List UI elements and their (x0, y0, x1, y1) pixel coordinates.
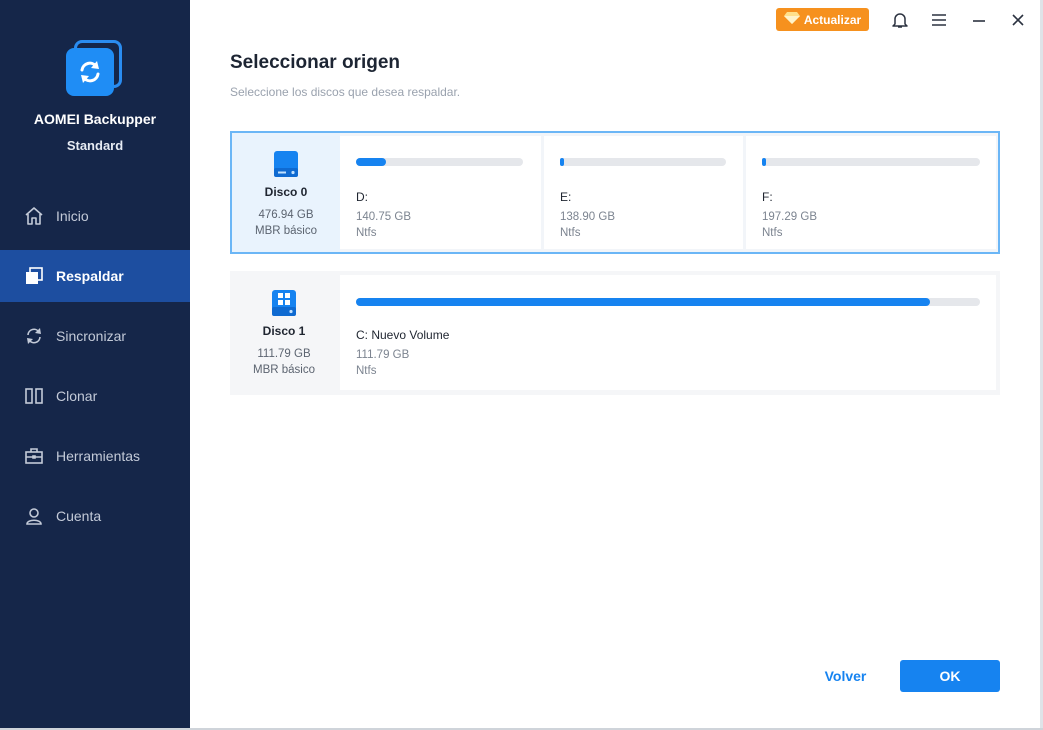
sidebar-item-respaldar[interactable]: Respaldar (0, 250, 190, 302)
sidebar-item-sincronizar[interactable]: Sincronizar (0, 310, 190, 362)
usage-bar-fill (356, 298, 931, 306)
partition-fs: Ntfs (356, 365, 377, 377)
disk-type: MBR básico (253, 364, 315, 376)
partition-c[interactable]: C: Nuevo Volume 111.79 GB Ntfs (340, 275, 996, 390)
clone-icon (24, 386, 44, 406)
upgrade-label: Actualizar (803, 12, 862, 27)
disk-card-disco-0[interactable]: Disco 0 476.94 GB MBR básico D: 140.75 G… (230, 131, 1000, 254)
back-button[interactable]: Volver (808, 660, 883, 692)
menu-icon[interactable] (929, 10, 949, 30)
toolbox-icon (24, 446, 44, 466)
usage-bar (356, 298, 980, 306)
app-edition: Standard (66, 138, 124, 153)
disk-size: 476.94 GB (258, 209, 314, 221)
user-icon (24, 506, 44, 526)
partition-label: D: (356, 190, 368, 204)
sync-logo-icon (66, 48, 114, 96)
page-title: Seleccionar origen (230, 52, 401, 73)
sidebar-item-cuenta[interactable]: Cuenta (0, 490, 190, 542)
sidebar: AOMEI Backupper Standard Inicio Respalda… (0, 0, 190, 728)
sidebar-item-label: Sincronizar (56, 328, 127, 344)
sidebar-item-clonar[interactable]: Clonar (0, 370, 190, 422)
sidebar-item-label: Inicio (56, 208, 89, 224)
sidebar-item-label: Cuenta (56, 508, 102, 524)
usage-bar-fill (762, 158, 767, 166)
upgrade-button[interactable]: Actualizar (776, 8, 869, 31)
disk-card-disco-1[interactable]: Disco 1 111.79 GB MBR básico C: Nuevo Vo… (230, 271, 1000, 395)
usage-bar-fill (356, 158, 387, 166)
system-disk-icon (269, 288, 299, 318)
partition-f[interactable]: F: 197.29 GB Ntfs (746, 136, 996, 249)
disk-info: Disco 0 476.94 GB MBR básico (232, 133, 340, 252)
sync-icon (24, 326, 44, 346)
partition-label: F: (762, 190, 773, 204)
hard-disk-icon (271, 149, 301, 179)
usage-bar (356, 158, 523, 166)
sidebar-item-label: Respaldar (56, 268, 124, 284)
ok-button[interactable]: OK (900, 660, 1000, 692)
partition-size: 138.90 GB (560, 211, 615, 223)
app-logo (66, 40, 124, 98)
partition-label: C: Nuevo Volume (356, 328, 450, 342)
sidebar-item-herramientas[interactable]: Herramientas (0, 430, 190, 482)
partition-e[interactable]: E: 138.90 GB Ntfs (544, 136, 743, 249)
disk-name: Disco 0 (264, 185, 308, 199)
partition-size: 197.29 GB (762, 211, 817, 223)
partition-label: E: (560, 190, 572, 204)
app-window: AOMEI Backupper Standard Inicio Respalda… (0, 0, 1040, 728)
usage-bar (762, 158, 980, 166)
minimize-icon[interactable] (969, 10, 989, 30)
disk-name: Disco 1 (262, 324, 306, 338)
partition-size: 140.75 GB (356, 211, 411, 223)
sidebar-item-label: Clonar (56, 388, 98, 404)
usage-bar-fill (560, 158, 565, 166)
disk-type: MBR básico (255, 225, 317, 237)
diamond-icon (783, 11, 800, 28)
sidebar-item-inicio[interactable]: Inicio (0, 190, 190, 242)
partition-size: 111.79 GB (356, 349, 410, 361)
page-subtitle: Seleccione los discos que desea respalda… (230, 85, 461, 99)
disk-size: 111.79 GB (257, 348, 311, 360)
bell-icon[interactable] (890, 10, 910, 30)
usage-bar (560, 158, 726, 166)
partition-fs: Ntfs (762, 227, 783, 239)
partition-d[interactable]: D: 140.75 GB Ntfs (340, 136, 541, 249)
home-icon (24, 206, 44, 226)
partition-fs: Ntfs (560, 227, 581, 239)
backup-icon (24, 266, 44, 286)
close-icon[interactable] (1008, 10, 1028, 30)
sidebar-item-label: Herramientas (56, 448, 141, 464)
disk-info: Disco 1 111.79 GB MBR básico (230, 271, 338, 395)
sidebar-nav: Inicio Respaldar Sincronizar Clonar Herr… (0, 190, 190, 550)
partition-fs: Ntfs (356, 227, 377, 239)
app-title: AOMEI Backupper (33, 111, 157, 127)
